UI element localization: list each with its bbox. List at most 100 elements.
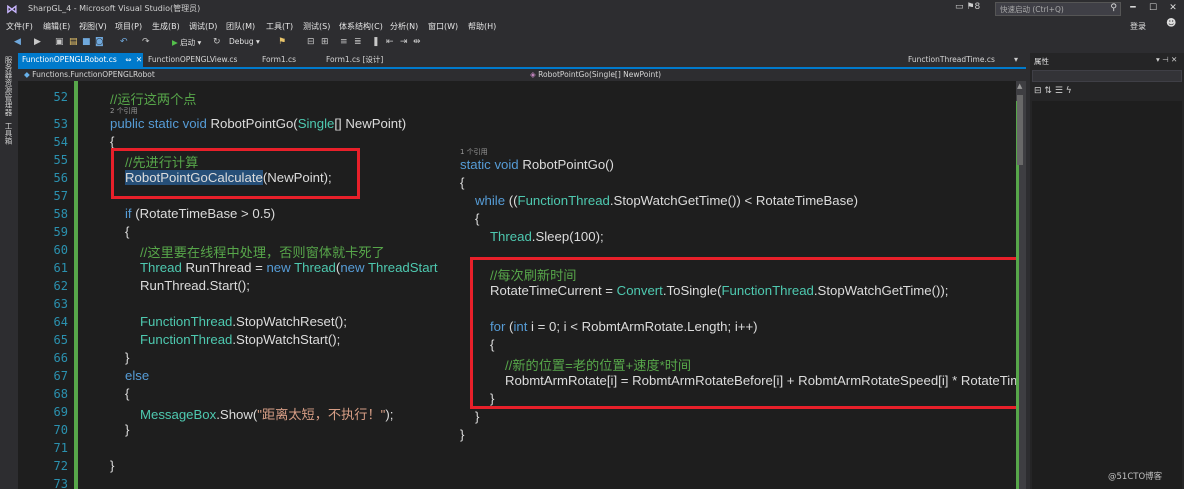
line-number: 58: [53, 207, 68, 221]
start-label: 启动: [180, 38, 196, 47]
type-scope-value: Functions.FunctionOPENGLRobot: [32, 70, 155, 79]
menu-view[interactable]: 视图(V): [79, 21, 107, 32]
code-line-68: {: [125, 386, 130, 401]
codelens-references[interactable]: 1 个引用: [460, 147, 488, 157]
server-explorer-tab[interactable]: 服务器资源管理器: [3, 56, 14, 116]
line-number: 61: [53, 261, 68, 275]
code-keyword: static: [460, 157, 491, 172]
next-bookmark-icon[interactable]: ⇥: [400, 36, 408, 48]
categorized-icon[interactable]: ⊟: [1034, 86, 1042, 96]
overlay-line: {: [460, 175, 465, 190]
alphabetical-icon[interactable]: ⇅: [1044, 86, 1052, 96]
editor-vertical-scrollbar[interactable]: ▲: [1016, 81, 1026, 489]
events-icon[interactable]: ϟ: [1066, 86, 1072, 96]
code-keyword: new: [340, 260, 365, 275]
menu-build[interactable]: 生成(B): [152, 21, 180, 32]
prev-bookmark-icon[interactable]: ⇤: [386, 36, 394, 48]
redo-icon[interactable]: ↷: [142, 36, 150, 48]
code-type: Single: [297, 116, 335, 131]
find-in-files-icon[interactable]: ⚑: [278, 36, 286, 48]
member-scope-select[interactable]: ◈ RobotPointGo(Single[] NewPoint): [530, 70, 661, 79]
forward-icon[interactable]: ▶: [34, 36, 41, 48]
code-type: FunctionThread: [140, 314, 233, 329]
minimize-button[interactable]: ━: [1124, 1, 1142, 16]
line-number: 69: [53, 405, 68, 419]
uncomment-icon[interactable]: ≣: [354, 36, 362, 48]
left-tool-strip: 服务器资源管理器 工具箱: [0, 52, 18, 489]
bookmark-icon[interactable]: ❚: [372, 36, 380, 48]
new-project-icon[interactable]: ▣: [55, 36, 64, 48]
properties-icon[interactable]: ☰: [1055, 86, 1063, 96]
menu-edit[interactable]: 编辑(E): [43, 21, 70, 32]
code-text: ((: [505, 193, 518, 208]
window-title: SharpGL_4 - Microsoft Visual Studio(管理员): [28, 4, 201, 13]
close-icon[interactable]: ✕: [1171, 55, 1177, 64]
code-string: "距离太短，不执行！": [257, 407, 386, 422]
menu-debug[interactable]: 调试(D): [189, 21, 217, 32]
property-grid[interactable]: [1032, 101, 1182, 489]
tab-form1-cs[interactable]: Form1.cs: [258, 53, 300, 67]
open-file-icon[interactable]: ▤: [69, 36, 78, 48]
line-number: 68: [53, 387, 68, 401]
document-tab-bar: FunctionOPENGLRobot.cs ⇔ ✕ FunctionOPENG…: [18, 53, 1026, 67]
login-link[interactable]: 登录: [1130, 21, 1146, 32]
line-number: 70: [53, 423, 68, 437]
feedback-icon[interactable]: ▭: [955, 2, 964, 12]
toolbar-tool-1-icon[interactable]: ⊟: [307, 36, 315, 48]
codelens-references[interactable]: 2 个引用: [110, 106, 138, 116]
toolbox-tab[interactable]: 工具箱: [3, 122, 14, 145]
quick-launch-input[interactable]: 快速启动 (Ctrl+Q) ⚲: [995, 2, 1121, 16]
menu-team[interactable]: 团队(M): [226, 21, 255, 32]
save-all-icon[interactable]: ◙: [95, 36, 104, 48]
close-button[interactable]: ✕: [1164, 1, 1182, 16]
code-keyword: void: [182, 116, 207, 131]
pin-icon[interactable]: ▾ ⊣: [1156, 55, 1169, 64]
maximize-button[interactable]: ☐: [1144, 1, 1162, 16]
comment-out-icon[interactable]: ≡: [340, 36, 348, 48]
menu-file[interactable]: 文件(F): [6, 21, 33, 32]
close-tab-icon[interactable]: ✕: [136, 55, 142, 64]
refresh-icon[interactable]: ↻: [213, 36, 221, 48]
line-number-gutter: 52 53 54 55 56 57 58 59 60 61 62 63 64 6…: [18, 81, 80, 489]
undo-icon[interactable]: ↶: [120, 36, 128, 48]
menu-project[interactable]: 项目(P): [115, 21, 142, 32]
menu-tools[interactable]: 工具(T): [266, 21, 293, 32]
scrollbar-thumb[interactable]: [1017, 95, 1023, 165]
overlay-line: }: [475, 409, 480, 424]
tab-functionopenglview[interactable]: FunctionOPENGLView.cs: [144, 53, 241, 67]
type-scope-select[interactable]: ◆ Functions.FunctionOPENGLRobot: [24, 70, 155, 79]
tab-overflow-icon[interactable]: ▾: [1014, 55, 1018, 64]
notifications[interactable]: ▭ ⚑8: [955, 2, 980, 12]
tab-functionthreadtime[interactable]: FunctionThreadTime.cs: [904, 53, 999, 67]
code-text: .StopWatchStart();: [232, 332, 341, 347]
scroll-up-icon[interactable]: ▲: [1017, 82, 1022, 90]
code-editor[interactable]: 52 53 54 55 56 57 58 59 60 61 62 63 64 6…: [18, 81, 1016, 489]
pin-icon[interactable]: ⇔: [125, 55, 131, 64]
solution-configuration-select[interactable]: Debug ▾: [229, 37, 271, 48]
clear-bookmarks-icon[interactable]: ⇹: [413, 36, 421, 48]
user-feedback-icon[interactable]: ☻: [1166, 18, 1176, 29]
tab-functionopenglrobot[interactable]: FunctionOPENGLRobot.cs ⇔ ✕: [18, 53, 143, 67]
tab-form1-design[interactable]: Form1.cs [设计]: [322, 53, 387, 67]
line-number: 53: [53, 117, 68, 131]
menu-test[interactable]: 测试(S): [303, 21, 330, 32]
member-scope-value: RobotPointGo(Single[] NewPoint): [538, 70, 662, 79]
code-line-65: FunctionThread.StopWatchStart();: [140, 332, 340, 347]
properties-toolbar: ⊟ ⇅ ☰ ϟ: [1034, 86, 1072, 96]
menu-architecture[interactable]: 体系结构(C): [339, 21, 383, 32]
object-select[interactable]: [1032, 70, 1182, 82]
line-number: 67: [53, 369, 68, 383]
code-type: FunctionThread: [517, 193, 610, 208]
toolbar-tool-2-icon[interactable]: ⊞: [321, 36, 329, 48]
code-line-62: RunThread.Start();: [140, 278, 250, 293]
back-icon[interactable]: ◀: [14, 36, 21, 48]
menu-help[interactable]: 帮助(H): [468, 21, 496, 32]
menu-analyze[interactable]: 分析(N): [390, 21, 418, 32]
code-line-66: }: [125, 350, 130, 365]
tab-label: FunctionOPENGLRobot.cs: [22, 55, 117, 64]
code-text: );: [385, 407, 394, 422]
save-icon[interactable]: ■: [82, 36, 91, 48]
start-debugging-button[interactable]: ▶ 启动 ▾: [172, 37, 201, 48]
menu-window[interactable]: 窗口(W): [428, 21, 458, 32]
code-text: RunThread =: [181, 260, 267, 275]
